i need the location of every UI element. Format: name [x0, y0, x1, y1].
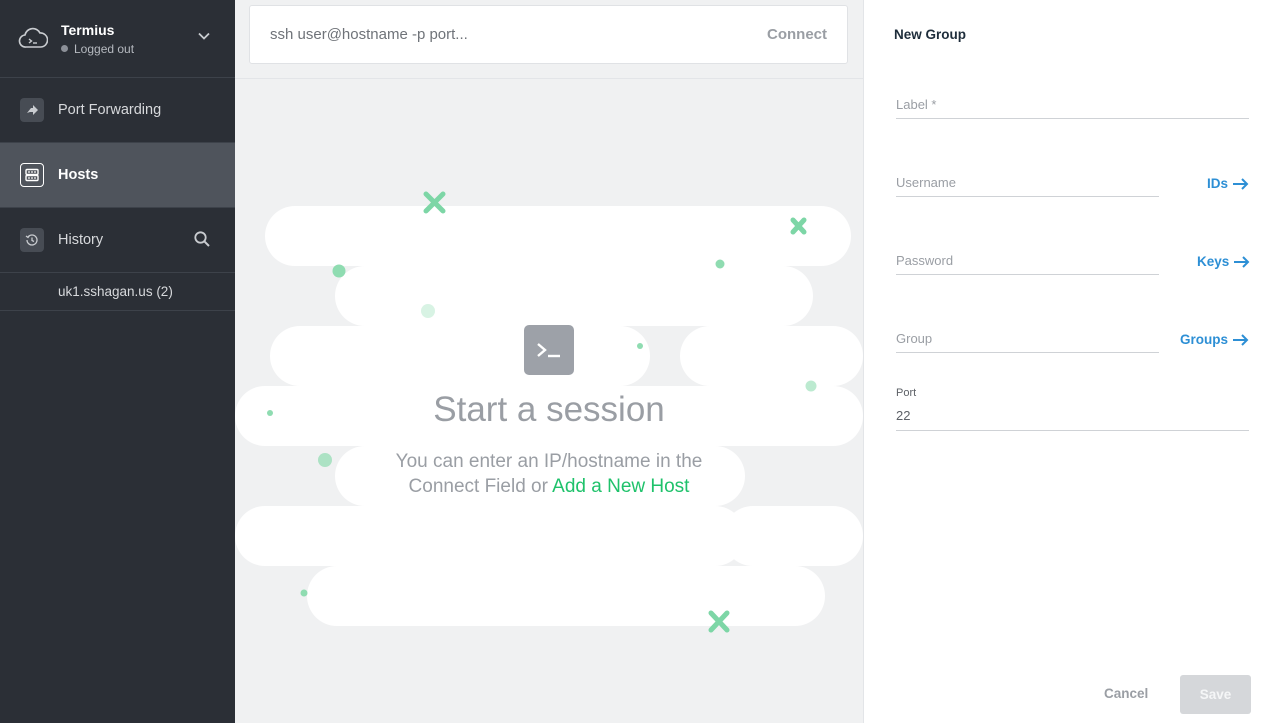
group-field[interactable]: Group	[896, 331, 1159, 353]
sidebar: Termius Logged out Port Forwarding Hosts	[0, 0, 235, 723]
sidebar-item-history[interactable]: History	[0, 208, 235, 273]
username-field[interactable]: Username	[896, 175, 1159, 197]
sidebar-item-label: Hosts	[58, 167, 99, 183]
arrow-right-icon	[1234, 255, 1250, 268]
connect-bar: ssh user@hostname -p port... Connect	[249, 5, 848, 64]
groups-link-label: Groups	[1180, 332, 1229, 347]
main-area: ssh user@hostname -p port... Connect Sta…	[235, 0, 863, 723]
arrow-right-icon	[1233, 177, 1249, 190]
empty-state-line2: Connect Field or Add a New Host	[235, 474, 863, 499]
cancel-button[interactable]: Cancel	[1104, 686, 1148, 701]
groups-link[interactable]: Groups	[1180, 332, 1249, 347]
new-group-panel: New Group Label * Username IDs Password …	[863, 0, 1280, 723]
sidebar-item-label: Port Forwarding	[58, 102, 162, 118]
port-field[interactable]: 22	[896, 408, 1249, 431]
port-label: Port	[896, 387, 917, 399]
empty-state-line1: You can enter an IP/hostname in the	[395, 451, 703, 472]
hosts-icon	[20, 163, 44, 187]
terminal-icon	[524, 325, 574, 375]
connect-button[interactable]: Connect	[767, 26, 827, 43]
save-button[interactable]: Save	[1180, 675, 1251, 714]
cloud-terminal-icon	[18, 27, 48, 48]
empty-state-title: Start a session	[433, 390, 665, 429]
label-field[interactable]: Label *	[896, 97, 1249, 119]
connect-input[interactable]: ssh user@hostname -p port...	[270, 26, 468, 43]
empty-state-line2-text: Connect Field or	[408, 476, 553, 497]
chevron-down-icon[interactable]	[197, 29, 211, 43]
search-icon[interactable]	[193, 230, 211, 248]
account-header[interactable]: Termius Logged out	[0, 0, 235, 78]
port-forwarding-icon	[20, 98, 44, 122]
arrow-right-icon	[1233, 333, 1249, 346]
divider	[235, 78, 863, 79]
sidebar-item-hosts[interactable]: Hosts	[0, 143, 235, 208]
account-status-text: Logged out	[74, 41, 135, 56]
sidebar-item-port-forwarding[interactable]: Port Forwarding	[0, 78, 235, 143]
account-status: Logged out	[61, 42, 134, 56]
account-name: Termius	[61, 21, 115, 38]
password-field[interactable]: Password	[896, 253, 1159, 275]
keys-link[interactable]: Keys	[1197, 254, 1250, 269]
add-new-host-link[interactable]: Add a New Host	[552, 476, 689, 497]
history-entry[interactable]: uk1.sshagan.us (2)	[0, 273, 235, 311]
panel-title: New Group	[894, 27, 967, 42]
sidebar-item-label: History	[58, 232, 104, 248]
empty-state-description: You can enter an IP/hostname in the Conn…	[235, 449, 863, 499]
ids-link[interactable]: IDs	[1207, 176, 1249, 191]
status-dot-icon	[61, 45, 68, 52]
history-icon	[20, 228, 44, 252]
keys-link-label: Keys	[1197, 254, 1230, 269]
ids-link-label: IDs	[1207, 176, 1229, 191]
